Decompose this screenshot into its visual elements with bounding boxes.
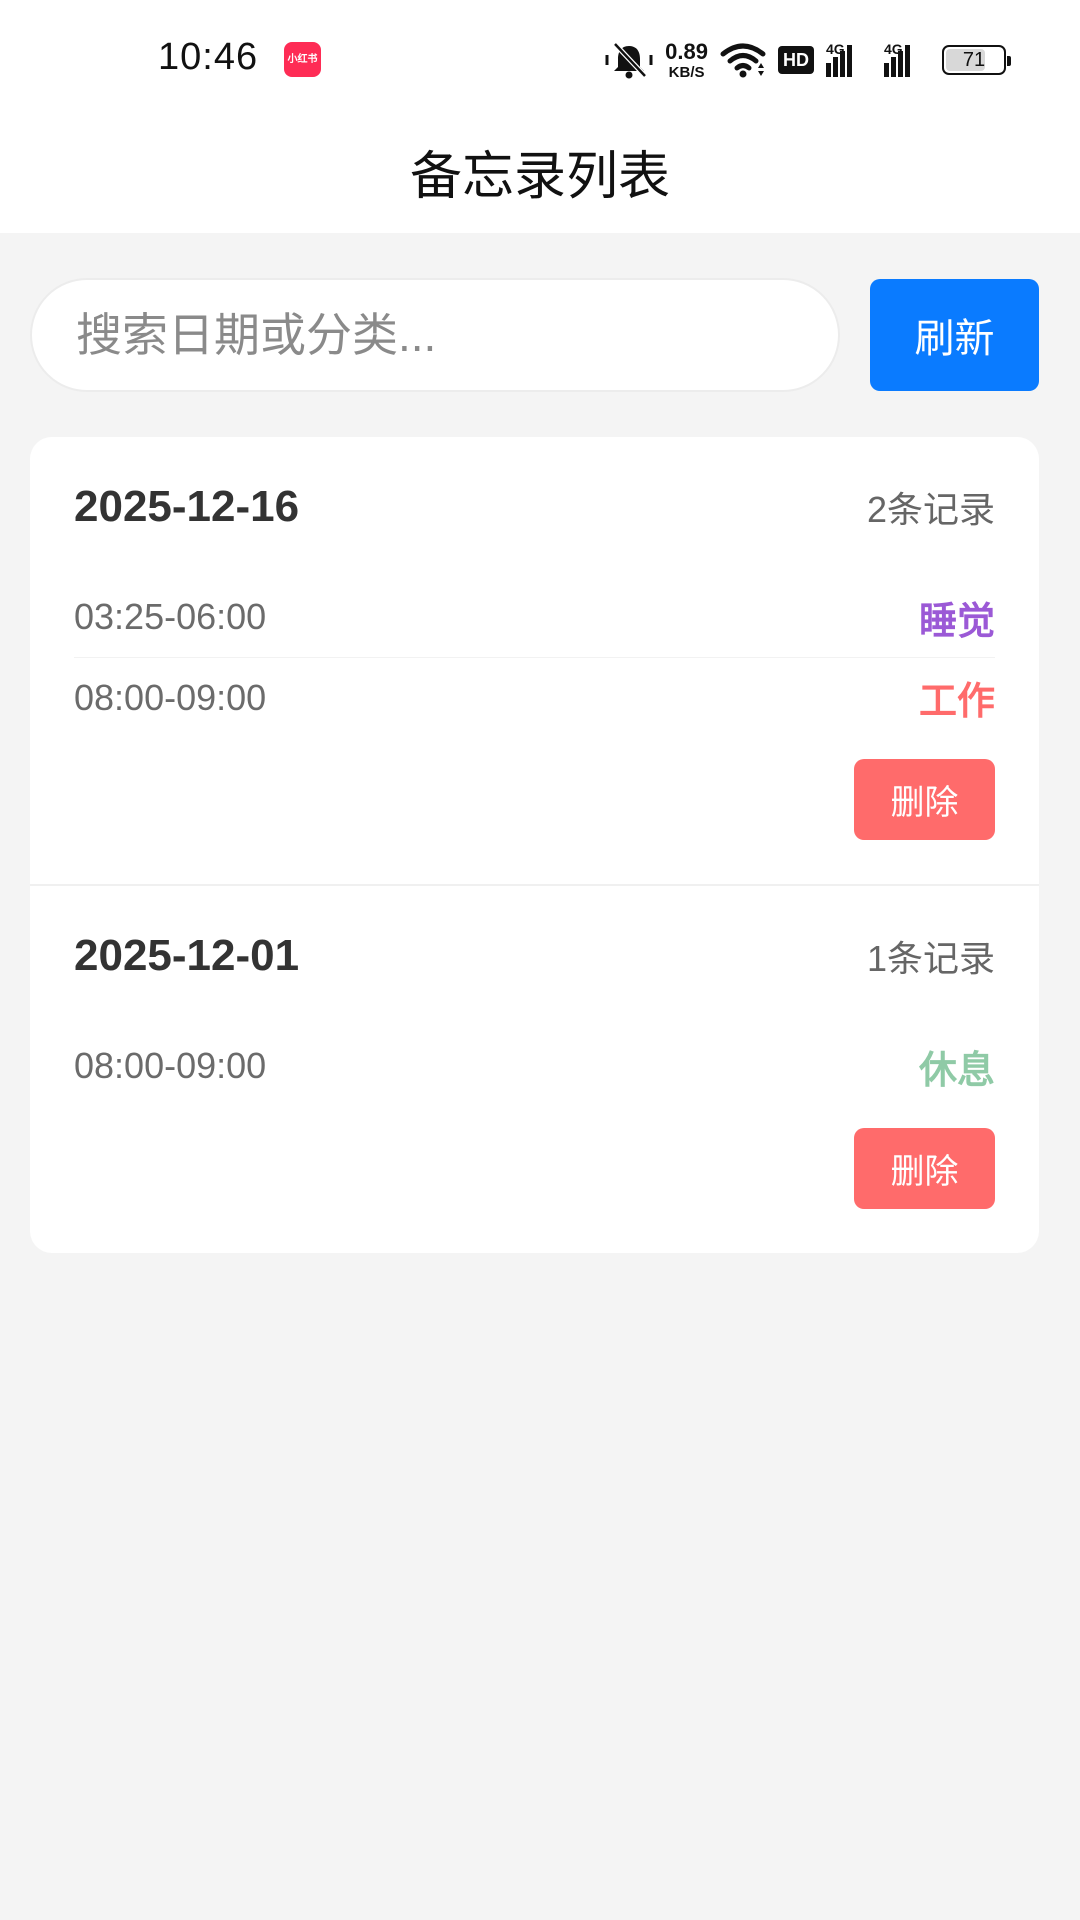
delete-button[interactable]: 删除 <box>854 1128 995 1209</box>
network-speed: 0.89 KB/S <box>665 38 708 81</box>
battery-icon: 71 <box>942 45 1011 75</box>
record-category: 睡觉 <box>918 600 995 643</box>
signal-type-label-2: 4G <box>884 41 903 57</box>
record-category: 工作 <box>918 681 995 723</box>
memo-list: 2025-12-16 2条记录 03:25-06:00 睡觉 08:00-09:… <box>30 437 1039 1253</box>
wifi-icon <box>720 43 766 78</box>
group-header: 2025-12-01 1条记录 <box>74 886 995 1026</box>
memo-record[interactable]: 03:25-06:00 睡觉 <box>74 577 995 657</box>
group-date: 2025-12-16 <box>74 482 300 531</box>
delete-button[interactable]: 删除 <box>854 759 995 840</box>
hd-voice-icon: HD <box>778 46 814 74</box>
record-category: 休息 <box>918 1049 995 1092</box>
memo-record[interactable]: 08:00-09:00 工作 <box>74 657 995 737</box>
mute-bell-icon <box>605 42 653 79</box>
group-footer: 删除 <box>74 1106 995 1253</box>
network-speed-unit: KB/S <box>668 63 705 81</box>
signal-strength-icon: 4G <box>826 41 872 77</box>
group-header: 2025-12-16 2条记录 <box>74 437 995 577</box>
signal-strength-icon-2: 4G <box>884 41 930 77</box>
search-input[interactable] <box>30 278 840 392</box>
status-time: 10:46 <box>158 36 259 78</box>
memo-group: 2025-12-16 2条记录 03:25-06:00 睡觉 08:00-09:… <box>30 437 1039 884</box>
signal-type-label: 4G <box>826 41 845 57</box>
page-title: 备忘录列表 <box>409 148 670 206</box>
memo-group: 2025-12-01 1条记录 08:00-09:00 休息 删除 <box>30 884 1039 1253</box>
title-bar: 备忘录列表 <box>0 110 1080 233</box>
status-bar: 10:46 小红书 0.89 KB/S HD 4G 4G 71 <box>0 0 1080 110</box>
group-date: 2025-12-01 <box>74 931 300 980</box>
record-time: 08:00-09:00 <box>74 676 267 718</box>
group-record-count: 2条记录 <box>866 489 995 530</box>
search-row: 刷新 <box>30 278 1039 392</box>
xiaohongshu-app-icon: 小红书 <box>284 42 321 77</box>
refresh-button[interactable]: 刷新 <box>870 279 1039 391</box>
group-footer: 删除 <box>74 737 995 884</box>
memo-record[interactable]: 08:00-09:00 休息 <box>74 1026 995 1106</box>
battery-level: 71 <box>962 48 986 71</box>
status-icons: 0.89 KB/S HD 4G 4G 71 <box>605 36 1011 84</box>
group-record-count: 1条记录 <box>866 938 995 979</box>
record-time: 08:00-09:00 <box>74 1045 267 1086</box>
record-time: 03:25-06:00 <box>74 596 267 637</box>
network-speed-value: 0.89 <box>665 38 708 64</box>
